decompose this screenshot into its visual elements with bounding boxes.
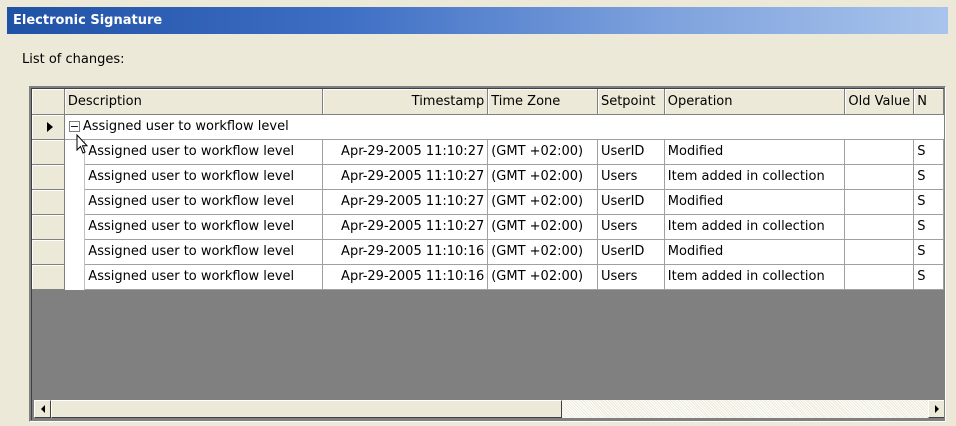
cell-old-value[interactable]	[844, 139, 915, 165]
group-indent	[64, 264, 86, 289]
table-row[interactable]: Assigned user to workflow level Apr-29-20…	[32, 164, 944, 190]
window-frame	[0, 0, 7, 426]
group-indent	[64, 164, 86, 189]
cell-operation[interactable]: Modified	[664, 239, 846, 265]
cell-setpoint[interactable]: UserID	[597, 189, 665, 215]
group-label: Assigned user to workflow level	[82, 119, 289, 134]
cell-description[interactable]: Assigned user to workflow level	[84, 214, 323, 240]
changes-table: Description Timestamp Time Zone Setpoint…	[32, 89, 944, 290]
cell-old-value[interactable]	[844, 214, 915, 240]
cell-old-value[interactable]	[844, 264, 915, 290]
row-selector[interactable]	[32, 114, 65, 140]
list-caption: List of changes:	[22, 52, 125, 67]
column-header-timestamp[interactable]: Timestamp	[322, 89, 489, 115]
row-selector[interactable]	[32, 264, 65, 290]
cell-timestamp[interactable]: Apr-29-2005 11:10:27	[322, 189, 489, 215]
cell-setpoint[interactable]: Users	[597, 164, 665, 190]
row-selector[interactable]	[32, 214, 65, 240]
cell-setpoint[interactable]: Users	[597, 214, 665, 240]
cell-new-value[interactable]: S	[913, 139, 944, 165]
table-row[interactable]: Assigned user to workflow level Apr-29-20…	[32, 239, 944, 265]
column-header-operation[interactable]: Operation	[664, 89, 846, 115]
cell-timestamp[interactable]: Apr-29-2005 11:10:27	[322, 139, 489, 165]
cell-old-value[interactable]	[844, 239, 915, 265]
table-row[interactable]: Assigned user to workflow level Apr-29-20…	[32, 264, 944, 290]
cell-operation[interactable]: Item added in collection	[664, 214, 846, 240]
cell-setpoint[interactable]: UserID	[597, 139, 665, 165]
mouse-pointer-icon	[76, 134, 89, 154]
grid-header-row: Description Timestamp Time Zone Setpoint…	[32, 89, 944, 115]
scroll-right-button[interactable]	[928, 400, 944, 418]
window-title: Electronic Signature	[7, 7, 948, 34]
scrollbar-thumb[interactable]	[51, 400, 562, 418]
cell-setpoint[interactable]: Users	[597, 264, 665, 290]
cell-description[interactable]: Assigned user to workflow level	[84, 139, 323, 165]
cell-new-value[interactable]: S	[913, 189, 944, 215]
row-selector[interactable]	[32, 239, 65, 265]
cell-time-zone[interactable]: (GMT +02:00)	[487, 139, 598, 165]
group-row[interactable]: − Assigned user to workflow level	[32, 114, 944, 140]
cell-timestamp[interactable]: Apr-29-2005 11:10:27	[322, 214, 489, 240]
column-header-time-zone[interactable]: Time Zone	[487, 89, 598, 115]
cell-time-zone[interactable]: (GMT +02:00)	[487, 214, 598, 240]
table-row[interactable]: Assigned user to workflow level Apr-29-20…	[32, 139, 944, 165]
row-selector[interactable]	[32, 164, 65, 190]
cell-description[interactable]: Assigned user to workflow level	[84, 264, 323, 290]
group-cell[interactable]: − Assigned user to workflow level	[64, 114, 944, 140]
row-selector[interactable]	[32, 139, 65, 165]
column-header-new-value[interactable]: N	[913, 89, 944, 115]
horizontal-scrollbar[interactable]	[34, 400, 944, 418]
scroll-left-button[interactable]	[34, 400, 51, 418]
cell-time-zone[interactable]: (GMT +02:00)	[487, 264, 598, 290]
cell-operation[interactable]: Modified	[664, 189, 846, 215]
current-row-arrow-icon	[46, 121, 53, 132]
cell-new-value[interactable]: S	[913, 239, 944, 265]
column-header-setpoint[interactable]: Setpoint	[597, 89, 665, 115]
cell-time-zone[interactable]: (GMT +02:00)	[487, 239, 598, 265]
row-selector[interactable]	[32, 189, 65, 215]
group-indent	[64, 214, 86, 239]
scroll-left-arrow-icon	[40, 405, 45, 413]
cell-new-value[interactable]: S	[913, 164, 944, 190]
cell-new-value[interactable]: S	[913, 214, 944, 240]
column-header-description[interactable]: Description	[64, 89, 323, 115]
cell-description[interactable]: Assigned user to workflow level	[84, 239, 323, 265]
cell-time-zone[interactable]: (GMT +02:00)	[487, 164, 598, 190]
column-header-old-value[interactable]: Old Value	[844, 89, 915, 115]
cell-operation[interactable]: Item added in collection	[664, 264, 846, 290]
cell-timestamp[interactable]: Apr-29-2005 11:10:16	[322, 264, 489, 290]
cell-old-value[interactable]	[844, 189, 915, 215]
cell-timestamp[interactable]: Apr-29-2005 11:10:27	[322, 164, 489, 190]
cell-operation[interactable]: Item added in collection	[664, 164, 846, 190]
group-indent	[64, 239, 86, 264]
collapse-group-button[interactable]: −	[68, 121, 80, 132]
cell-description[interactable]: Assigned user to workflow level	[84, 164, 323, 190]
cell-new-value[interactable]: S	[913, 264, 944, 290]
cell-timestamp[interactable]: Apr-29-2005 11:10:16	[322, 239, 489, 265]
cell-setpoint[interactable]: UserID	[597, 239, 665, 265]
cell-operation[interactable]: Modified	[664, 139, 846, 165]
table-row[interactable]: Assigned user to workflow level Apr-29-20…	[32, 189, 944, 215]
scroll-right-arrow-icon	[934, 405, 939, 413]
table-row[interactable]: Assigned user to workflow level Apr-29-20…	[32, 214, 944, 240]
header-row-selector	[32, 89, 65, 115]
cell-description[interactable]: Assigned user to workflow level	[84, 189, 323, 215]
cell-old-value[interactable]	[844, 164, 915, 190]
changes-grid[interactable]: Description Timestamp Time Zone Setpoint…	[29, 86, 946, 422]
group-indent	[64, 189, 86, 214]
cell-time-zone[interactable]: (GMT +02:00)	[487, 189, 598, 215]
